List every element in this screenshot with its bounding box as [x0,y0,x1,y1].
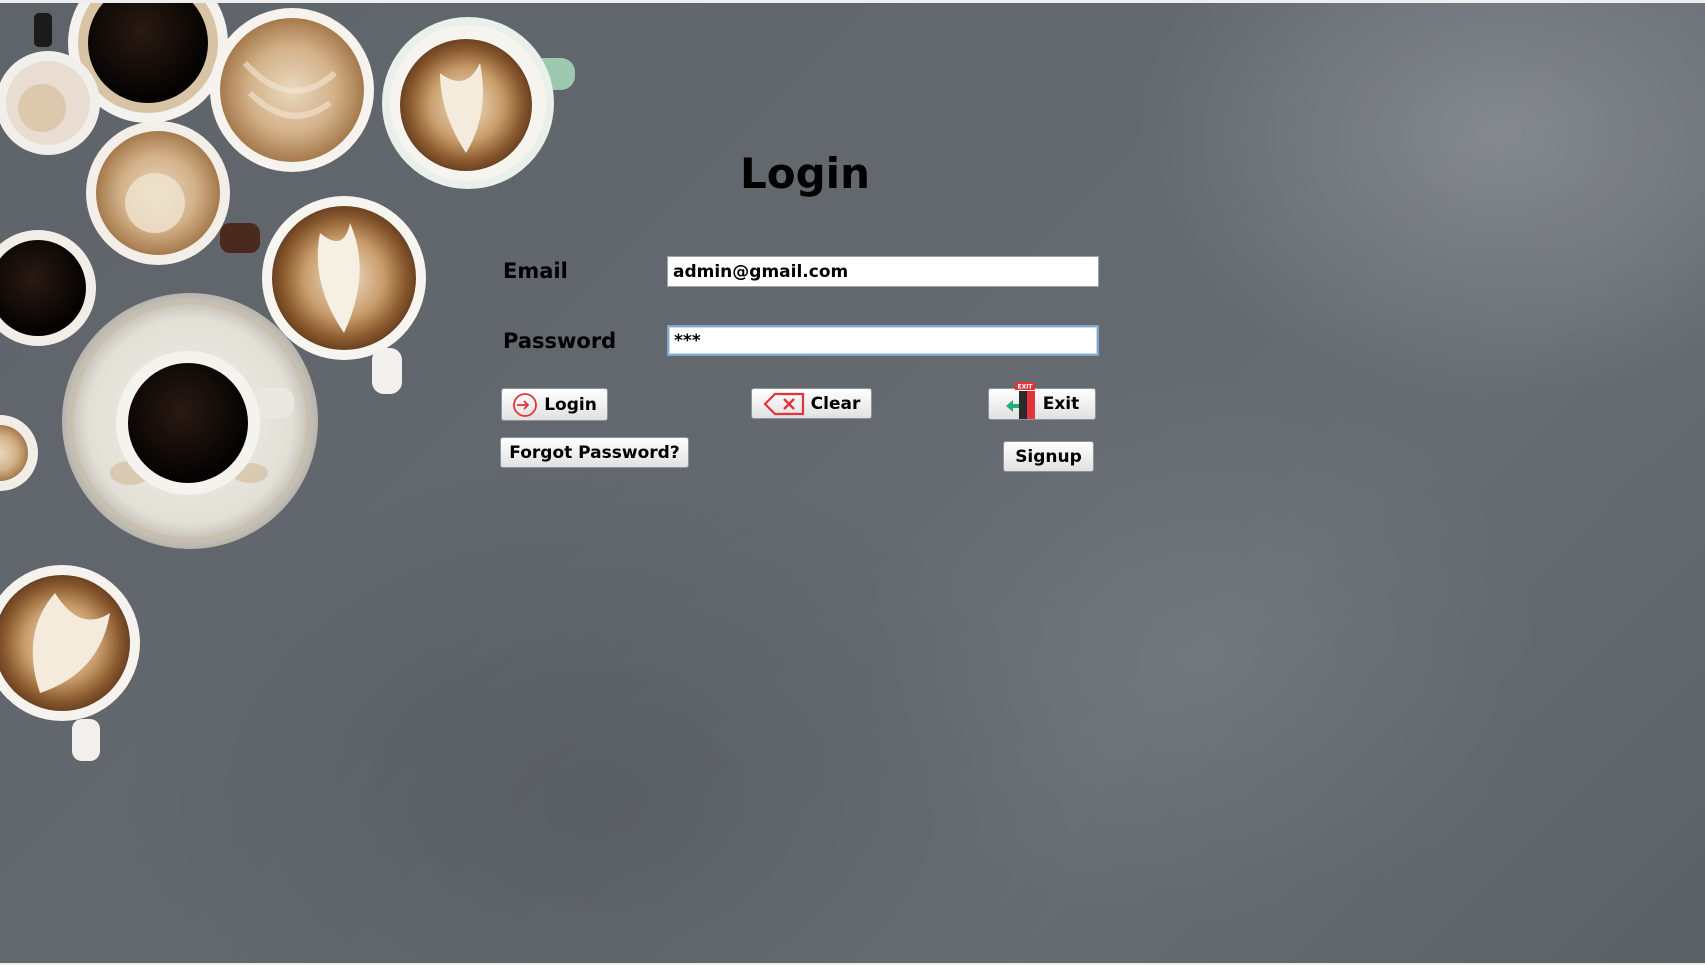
backspace-clear-icon [763,392,805,416]
password-field[interactable] [667,325,1099,356]
clear-button[interactable]: Clear [751,388,872,419]
login-button[interactable]: Login [501,388,608,421]
login-panel: Login Email Password Login [0,3,1705,963]
exit-sign-text: EXIT [1017,384,1033,391]
exit-button-label: Exit [1042,394,1080,414]
clear-button-label: Clear [810,393,861,414]
signup-button-label: Signup [1015,446,1082,467]
exit-door-icon: EXIT [1005,382,1037,420]
exit-button[interactable]: EXIT Exit [988,382,1096,420]
forgot-password-label: Forgot Password? [509,442,680,463]
login-arrow-icon [512,392,538,418]
password-label: Password [503,329,617,353]
application-window: Login Email Password Login [0,0,1705,965]
signup-button[interactable]: Signup [1003,441,1094,472]
email-label: Email [503,259,568,283]
page-title: Login [740,149,870,198]
login-button-label: Login [544,394,597,415]
email-field[interactable] [667,256,1099,287]
forgot-password-button[interactable]: Forgot Password? [500,437,689,468]
